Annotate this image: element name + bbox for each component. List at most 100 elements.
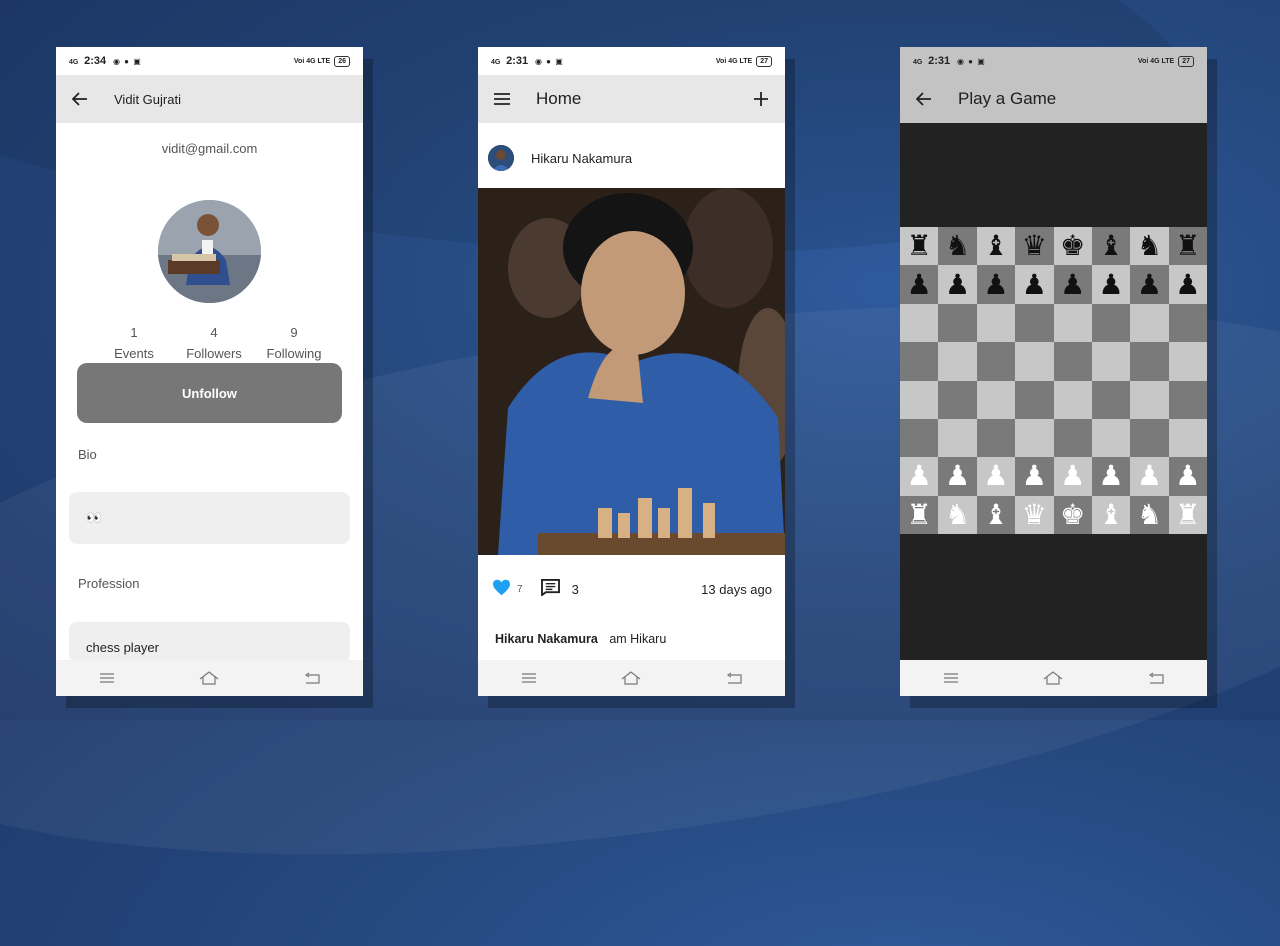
- white-king-piece[interactable]: ♚: [1053, 495, 1092, 534]
- black-pawn-piece[interactable]: ♟: [900, 265, 939, 304]
- black-bishop-piece[interactable]: ♝: [1091, 227, 1131, 266]
- board-square[interactable]: [1053, 303, 1092, 343]
- board-square[interactable]: [976, 380, 1016, 419]
- black-pawn-piece[interactable]: ♟: [938, 265, 977, 304]
- menu-nav-icon[interactable]: [519, 669, 539, 687]
- board-square[interactable]: [1168, 418, 1207, 458]
- white-pawn-piece[interactable]: ♟: [938, 457, 977, 496]
- white-bishop-piece[interactable]: ♝: [976, 495, 1016, 534]
- white-pawn-piece[interactable]: ♟: [1168, 457, 1207, 496]
- stat-followers[interactable]: 4 Followers: [174, 325, 254, 361]
- board-square[interactable]: [1168, 380, 1207, 419]
- app-bar: Vidit Gujrati: [56, 75, 363, 123]
- black-pawn-piece[interactable]: ♟: [1091, 265, 1131, 304]
- black-queen-piece[interactable]: ♛: [1015, 227, 1054, 266]
- board-square[interactable]: [1015, 342, 1054, 381]
- back-nav-icon[interactable]: [302, 669, 322, 687]
- back-nav-icon[interactable]: [724, 669, 744, 687]
- add-icon[interactable]: [751, 89, 771, 109]
- board-square[interactable]: [1015, 380, 1054, 419]
- profession-field[interactable]: chess player: [69, 622, 350, 662]
- notification-icons: ◉ ● ▣: [956, 57, 986, 66]
- board-square[interactable]: [1130, 418, 1169, 458]
- board-square[interactable]: [976, 418, 1016, 458]
- hamburger-menu-icon[interactable]: [492, 89, 512, 109]
- home-nav-icon[interactable]: [621, 669, 641, 687]
- post-image[interactable]: [478, 188, 785, 555]
- white-rook-piece[interactable]: ♜: [900, 495, 939, 534]
- board-square[interactable]: [938, 303, 977, 343]
- board-square[interactable]: [938, 418, 977, 458]
- board-square[interactable]: [900, 342, 939, 381]
- board-square[interactable]: [976, 303, 1016, 343]
- black-rook-piece[interactable]: ♜: [900, 227, 939, 266]
- stat-following[interactable]: 9 Following: [254, 325, 334, 361]
- black-king-piece[interactable]: ♚: [1053, 227, 1092, 266]
- white-rook-piece[interactable]: ♜: [1168, 495, 1207, 534]
- board-square[interactable]: [1091, 342, 1131, 381]
- board-square[interactable]: [1130, 380, 1169, 419]
- white-pawn-piece[interactable]: ♟: [1015, 457, 1054, 496]
- board-square[interactable]: [1091, 418, 1131, 458]
- board-square[interactable]: [1168, 303, 1207, 343]
- back-nav-icon[interactable]: [1146, 669, 1166, 687]
- white-knight-piece[interactable]: ♞: [1130, 495, 1169, 534]
- unfollow-button[interactable]: Unfollow: [77, 363, 342, 423]
- black-pawn-piece[interactable]: ♟: [1130, 265, 1169, 304]
- stat-value: 4: [210, 325, 218, 340]
- home-nav-icon[interactable]: [199, 669, 219, 687]
- battery-icon: 27: [756, 55, 772, 67]
- board-square[interactable]: [1130, 303, 1169, 343]
- board-square[interactable]: [900, 418, 939, 458]
- black-knight-piece[interactable]: ♞: [938, 227, 977, 266]
- white-bishop-piece[interactable]: ♝: [1091, 495, 1131, 534]
- black-rook-piece[interactable]: ♜: [1168, 227, 1207, 266]
- board-square[interactable]: [1053, 380, 1092, 419]
- post-actions: 7 3 13 days ago: [492, 579, 772, 599]
- status-bar: 4G 2:31 ◉ ● ▣ Voi 4G LTE 27: [900, 47, 1207, 75]
- black-pawn-piece[interactable]: ♟: [1015, 265, 1054, 304]
- stat-events[interactable]: 1 Events: [94, 325, 174, 361]
- board-square[interactable]: [1053, 418, 1092, 458]
- board-square[interactable]: [900, 303, 939, 343]
- black-pawn-piece[interactable]: ♟: [1053, 265, 1092, 304]
- white-pawn-piece[interactable]: ♟: [976, 457, 1016, 496]
- back-arrow-icon[interactable]: [914, 89, 934, 109]
- board-square[interactable]: [938, 380, 977, 419]
- black-bishop-piece[interactable]: ♝: [976, 227, 1016, 266]
- board-square[interactable]: [1168, 342, 1207, 381]
- bio-field[interactable]: 👀: [69, 492, 350, 544]
- caption-author[interactable]: Hikaru Nakamura: [495, 632, 598, 646]
- heart-icon[interactable]: [492, 579, 511, 599]
- white-pawn-piece[interactable]: ♟: [1091, 457, 1131, 496]
- board-square[interactable]: [976, 342, 1016, 381]
- play-game-screen: 4G 2:31 ◉ ● ▣ Voi 4G LTE 27 Play a Game …: [900, 47, 1207, 696]
- board-square[interactable]: [1015, 303, 1054, 343]
- lte-indicator: Voi 4G LTE: [715, 57, 753, 65]
- white-pawn-piece[interactable]: ♟: [1053, 457, 1092, 496]
- board-square[interactable]: [1091, 303, 1131, 343]
- board-square[interactable]: [1053, 342, 1092, 381]
- comment-icon[interactable]: [540, 579, 560, 599]
- black-knight-piece[interactable]: ♞: [1130, 227, 1169, 266]
- app-bar: Play a Game: [900, 75, 1207, 123]
- white-knight-piece[interactable]: ♞: [938, 495, 977, 534]
- board-square[interactable]: [1091, 380, 1131, 419]
- chess-board: ♜ ♞ ♝ ♛ ♚ ♝ ♞ ♜ ♟ ♟ ♟ ♟ ♟ ♟ ♟ ♟ ♟ ♟ ♟ ♟ ♟ ♟ ♟ ♟ ♜ ♞ ♝ ♛ ♚ ♝ ♞ ♜: [900, 227, 1207, 534]
- board-square[interactable]: [900, 380, 939, 419]
- profile-email: vidit@gmail.com: [161, 141, 258, 156]
- board-square[interactable]: [1015, 418, 1054, 458]
- menu-nav-icon[interactable]: [941, 669, 961, 687]
- profile-stats: 1 Events 4 Followers 9 Following: [94, 325, 334, 361]
- black-pawn-piece[interactable]: ♟: [976, 265, 1016, 304]
- white-queen-piece[interactable]: ♛: [1015, 495, 1054, 534]
- menu-nav-icon[interactable]: [97, 669, 117, 687]
- white-pawn-piece[interactable]: ♟: [1130, 457, 1169, 496]
- black-pawn-piece[interactable]: ♟: [1168, 265, 1207, 304]
- post-header[interactable]: Hikaru Nakamura: [488, 145, 632, 171]
- back-arrow-icon[interactable]: [70, 89, 90, 109]
- home-nav-icon[interactable]: [1043, 669, 1063, 687]
- board-square[interactable]: [938, 342, 977, 381]
- board-square[interactable]: [1130, 342, 1169, 381]
- white-pawn-piece[interactable]: ♟: [900, 457, 939, 496]
